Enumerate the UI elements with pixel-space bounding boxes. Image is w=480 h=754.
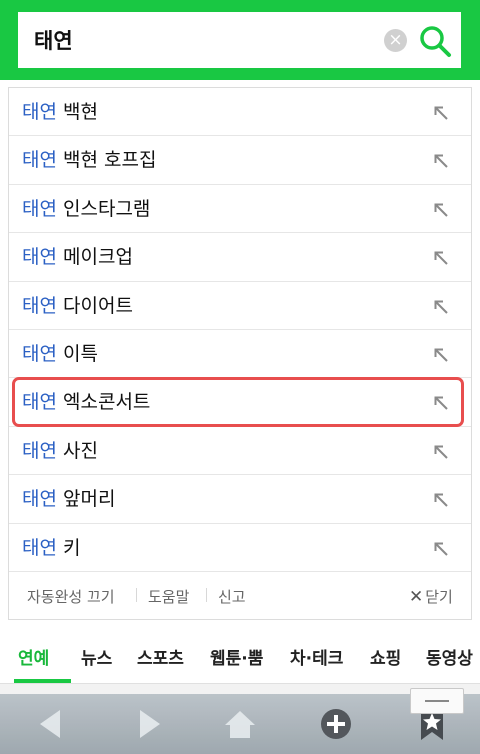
- suggestion-item[interactable]: 태연 엑소콘서트: [9, 378, 471, 427]
- tab-sports[interactable]: 스포츠: [137, 644, 184, 669]
- suggestion-text: 태연 백현: [22, 88, 98, 136]
- suggestion-text: 태연 메이크업: [22, 233, 133, 281]
- arrow-up-left-icon[interactable]: [433, 492, 449, 508]
- arrow-up-left-icon[interactable]: [433, 541, 449, 557]
- close-icon: ✕: [409, 587, 424, 607]
- active-tab-indicator: [14, 679, 71, 683]
- suggestion-rest: 인스타그램: [56, 197, 151, 220]
- suggestion-rest: 메이크업: [56, 246, 133, 269]
- menu-button[interactable]: [410, 688, 464, 714]
- category-tabs: 연예 뉴스 스포츠 웹툰·뿜 차·테크 쇼핑 동영상: [0, 628, 480, 684]
- home-icon[interactable]: [220, 704, 260, 744]
- suggestion-keyword: 태연: [22, 149, 57, 172]
- suggestion-keyword: 태연: [22, 536, 57, 559]
- suggestion-item[interactable]: 태연 메이크업: [9, 233, 471, 282]
- suggestion-keyword: 태연: [22, 294, 57, 317]
- arrow-up-left-icon[interactable]: [433, 153, 449, 169]
- tab-car-tech[interactable]: 차·테크: [290, 644, 343, 669]
- suggestion-keyword: 태연: [22, 342, 57, 365]
- browser-toolbar: [0, 694, 480, 754]
- plus-circle-icon[interactable]: [316, 704, 356, 744]
- tab-webtoon[interactable]: 웹툰·뿜: [210, 644, 263, 669]
- suggestion-keyword: 태연: [22, 391, 57, 414]
- arrow-up-left-icon[interactable]: [433, 395, 449, 411]
- suggestion-item[interactable]: 태연 백현 호프집: [9, 136, 471, 185]
- suggestion-text: 태연 사진: [22, 427, 98, 475]
- suggestion-item[interactable]: 태연 키: [9, 524, 471, 572]
- suggestion-text: 태연 인스타그램: [22, 185, 150, 233]
- tab-news[interactable]: 뉴스: [81, 644, 112, 669]
- divider: [206, 588, 207, 602]
- suggestion-keyword: 태연: [22, 246, 57, 269]
- arrow-up-left-icon[interactable]: [433, 250, 449, 266]
- back-arrow-icon[interactable]: [32, 704, 72, 744]
- tab-video[interactable]: 동영상: [426, 644, 473, 669]
- arrow-up-left-icon[interactable]: [433, 105, 449, 121]
- search-input[interactable]: [18, 12, 378, 68]
- suggestion-rest: 이특: [56, 342, 98, 365]
- tab-entertainment[interactable]: 연예: [18, 644, 49, 669]
- clear-icon[interactable]: ×: [384, 29, 407, 52]
- suggestion-keyword: 태연: [22, 197, 57, 220]
- suggestion-item[interactable]: 태연 앞머리: [9, 475, 471, 524]
- arrow-up-left-icon[interactable]: [433, 347, 449, 363]
- suggestion-rest: 백현 호프집: [56, 149, 157, 172]
- suggestion-rest: 키: [56, 536, 81, 559]
- autocomplete-panel: 태연 백현 태연 백현 호프집 태연 인스타그램 태연 메이크업 태연 다이어트 태연 이…: [8, 87, 472, 620]
- suggestion-rest: 다이어트: [56, 294, 133, 317]
- suggestion-list: 태연 백현 태연 백현 호프집 태연 인스타그램 태연 메이크업 태연 다이어트 태연 이…: [9, 88, 471, 572]
- suggestion-keyword: 태연: [22, 488, 57, 511]
- search-header: ×: [0, 0, 480, 80]
- arrow-up-left-icon[interactable]: [433, 299, 449, 315]
- suggestion-rest: 백현: [56, 101, 98, 123]
- forward-arrow-icon[interactable]: [128, 704, 168, 744]
- suggestion-item[interactable]: 태연 사진: [9, 427, 471, 476]
- suggestion-text: 태연 엑소콘서트: [22, 378, 150, 426]
- suggestion-text: 태연 이특: [22, 330, 98, 378]
- suggestion-item[interactable]: 태연 인스타그램: [9, 185, 471, 234]
- suggestion-item[interactable]: 태연 이특: [9, 330, 471, 379]
- suggestion-text: 태연 백현 호프집: [22, 136, 156, 184]
- suggestion-keyword: 태연: [22, 101, 57, 123]
- report-link[interactable]: 신고: [218, 586, 246, 607]
- suggestion-text: 태연 키: [22, 524, 81, 572]
- autocomplete-off-link[interactable]: 자동완성 끄기: [27, 586, 115, 607]
- search-icon[interactable]: [418, 24, 452, 58]
- suggestion-keyword: 태연: [22, 439, 57, 462]
- arrow-up-left-icon[interactable]: [433, 202, 449, 218]
- suggestion-item[interactable]: 태연 다이어트: [9, 282, 471, 330]
- autocomplete-footer: 자동완성 끄기 도움말 신고 ✕ 닫기: [9, 571, 471, 619]
- suggestion-rest: 사진: [56, 439, 98, 462]
- help-link[interactable]: 도움말: [148, 586, 189, 607]
- suggestion-rest: 앞머리: [56, 488, 116, 511]
- suggestion-rest: 엑소콘서트: [56, 391, 151, 414]
- close-label: 닫기: [425, 588, 453, 606]
- arrow-up-left-icon[interactable]: [433, 444, 449, 460]
- suggestion-item[interactable]: 태연 백현: [9, 88, 471, 137]
- suggestion-text: 태연 앞머리: [22, 475, 115, 523]
- divider: [136, 588, 137, 602]
- suggestion-text: 태연 다이어트: [22, 282, 133, 330]
- search-box: ×: [18, 12, 461, 68]
- tab-shopping[interactable]: 쇼핑: [370, 644, 401, 669]
- content-divider: [0, 684, 480, 694]
- close-autocomplete-button[interactable]: ✕ 닫기: [409, 586, 453, 607]
